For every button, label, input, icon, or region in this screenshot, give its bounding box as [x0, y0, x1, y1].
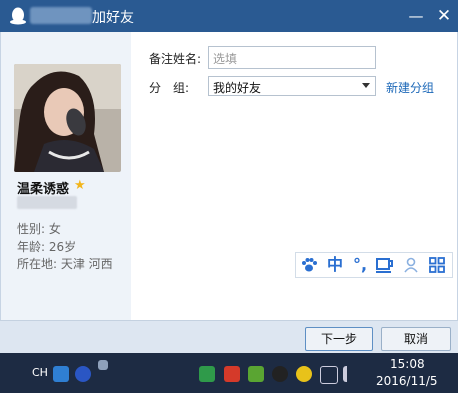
new-group-link[interactable]: 新建分组	[386, 79, 434, 96]
input-language-indicator[interactable]: CH	[32, 366, 48, 379]
close-button[interactable]: ✕	[434, 6, 454, 26]
du-app-icon[interactable]	[53, 366, 69, 382]
help-icon[interactable]	[75, 366, 91, 382]
dialog-footer: 下一步 取消	[0, 320, 458, 353]
devices-icon[interactable]	[98, 360, 108, 370]
ime-punct-toggle[interactable]: °,	[353, 255, 367, 275]
group-label: 分 组:	[149, 81, 190, 95]
clock-date[interactable]: 2016/11/5	[376, 374, 438, 388]
dialog-body: 温柔诱惑 ★ 性别: 女 年龄: 26岁 所在地: 天津 河西 备注姓名: 选填…	[0, 32, 458, 320]
clock-time[interactable]: 15:08	[390, 357, 425, 371]
remark-label: 备注姓名:	[149, 52, 202, 66]
network-icon[interactable]	[320, 366, 338, 384]
chevron-down-icon	[362, 83, 370, 88]
window-title: 加好友	[92, 10, 134, 26]
ime-toolbar: 中 °,	[295, 252, 453, 278]
qq-tray-icon[interactable]	[272, 366, 288, 382]
contact-panel: 温柔诱惑 ★ 性别: 女 年龄: 26岁 所在地: 天津 河西	[1, 32, 131, 320]
shield-icon[interactable]	[199, 366, 215, 382]
location-info: 所在地: 天津 河西	[17, 257, 113, 271]
gender-info: 性别: 女	[17, 222, 61, 236]
music-app-icon[interactable]	[224, 366, 240, 382]
nvidia-icon[interactable]	[248, 366, 264, 382]
qq-logo-icon	[10, 7, 26, 25]
avatar	[14, 64, 121, 172]
cancel-button[interactable]: 取消	[381, 327, 451, 351]
contact-name: 温柔诱惑	[17, 182, 70, 197]
next-button[interactable]: 下一步	[305, 327, 373, 351]
minimize-button[interactable]: —	[406, 6, 426, 26]
volume-icon[interactable]	[343, 366, 363, 382]
age-info: 年龄: 26岁	[17, 240, 77, 254]
title-bar: 加好友 — ✕	[0, 0, 458, 32]
cup-icon[interactable]	[376, 257, 394, 273]
taskbar: CH 15:08 2016/11/5	[0, 353, 458, 393]
remark-input[interactable]: 选填	[208, 46, 376, 69]
contact-id-blurred	[17, 196, 77, 209]
group-select[interactable]: 我的好友	[208, 76, 376, 96]
ime-lang-toggle[interactable]: 中	[327, 255, 343, 275]
person-icon[interactable]	[403, 257, 419, 273]
plus-app-icon[interactable]	[296, 366, 312, 382]
group-select-value: 我的好友	[213, 81, 262, 95]
title-blurred-name	[30, 7, 92, 24]
grid-icon[interactable]	[429, 257, 445, 273]
star-icon: ★	[74, 178, 86, 193]
paw-icon[interactable]	[301, 257, 317, 273]
